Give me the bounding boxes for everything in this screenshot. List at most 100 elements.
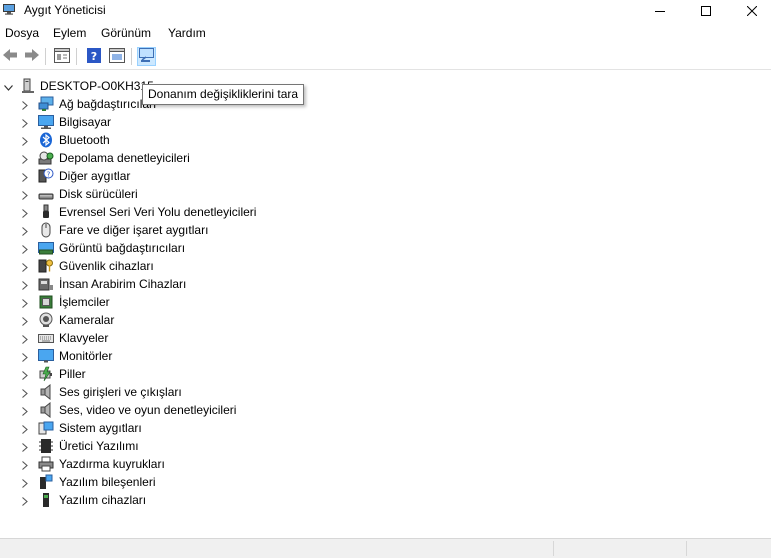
device-tree: DESKTOP-O0KH315 Ağ bağdaştırıcıları Bilgi… xyxy=(0,70,771,538)
monitor-icon xyxy=(38,348,54,364)
device-manager-app-icon xyxy=(3,4,15,15)
tree-node[interactable]: Bluetooth xyxy=(0,131,771,149)
system-devices-icon xyxy=(38,420,54,436)
tree-node[interactable]: Yazdırma kuyrukları xyxy=(0,455,771,473)
chevron-right-icon[interactable] xyxy=(22,369,28,383)
chevron-right-icon[interactable] xyxy=(22,243,28,257)
chevron-right-icon[interactable] xyxy=(22,261,28,275)
menu-file[interactable]: Dosya xyxy=(5,26,39,40)
scan-hardware-button[interactable] xyxy=(137,47,156,66)
menu-action[interactable]: Eylem xyxy=(53,26,86,40)
processor-icon xyxy=(38,294,54,310)
chevron-right-icon[interactable] xyxy=(22,459,28,473)
tree-node[interactable]: Monitörler xyxy=(0,347,771,365)
menu-view[interactable]: Görünüm xyxy=(101,26,151,40)
toolbar-separator xyxy=(131,48,132,65)
storage-controller-icon xyxy=(38,150,54,166)
forward-button[interactable] xyxy=(22,47,41,66)
print-queue-icon xyxy=(38,456,54,472)
title-bar[interactable]: Aygıt Yöneticisi xyxy=(0,0,771,22)
software-component-icon xyxy=(38,474,54,490)
tree-node-label: Fare ve diğer işaret aygıtları xyxy=(59,223,209,237)
chevron-right-icon[interactable] xyxy=(22,351,28,365)
tree-node[interactable]: Sistem aygıtları xyxy=(0,419,771,437)
tree-node[interactable]: Yazılım cihazları xyxy=(0,491,771,509)
tree-node[interactable]: ? Diğer aygıtlar xyxy=(0,167,771,185)
scan-hardware-icon xyxy=(138,47,155,66)
chevron-right-icon[interactable] xyxy=(22,153,28,167)
chevron-right-icon[interactable] xyxy=(22,315,28,329)
help-button[interactable]: ? xyxy=(84,47,103,66)
svg-text:?: ? xyxy=(47,171,51,179)
chevron-right-icon[interactable] xyxy=(22,135,28,149)
firmware-icon xyxy=(38,438,54,454)
tree-node[interactable]: İnsan Arabirim Cihazları xyxy=(0,275,771,293)
chevron-right-icon[interactable] xyxy=(22,405,28,419)
chevron-right-icon[interactable] xyxy=(22,423,28,437)
tree-node[interactable]: Görüntü bağdaştırıcıları xyxy=(0,239,771,257)
chevron-right-icon[interactable] xyxy=(22,189,28,203)
tree-root-label: DESKTOP-O0KH315 xyxy=(40,79,154,93)
back-icon xyxy=(2,48,18,65)
tree-node-label: Monitörler xyxy=(59,349,113,363)
tree-node[interactable]: Yazılım bileşenleri xyxy=(0,473,771,491)
tree-node[interactable]: Piller xyxy=(0,365,771,383)
menu-bar: Dosya Eylem Görünüm Yardım xyxy=(0,22,771,43)
tree-node-label: Üretici Yazılımı xyxy=(59,439,139,453)
tree-node-label: Piller xyxy=(59,367,86,381)
tree-node[interactable]: Ses, video ve oyun denetleyicileri xyxy=(0,401,771,419)
disk-drive-icon xyxy=(38,186,54,202)
tree-node[interactable]: Klavyeler xyxy=(0,329,771,347)
tree-node-label: Görüntü bağdaştırıcıları xyxy=(59,241,186,255)
tree-node[interactable]: Ses girişleri ve çıkışları xyxy=(0,383,771,401)
tree-node[interactable]: Üretici Yazılımı xyxy=(0,437,771,455)
toolbar: ? xyxy=(0,44,771,70)
minimize-button[interactable] xyxy=(637,0,683,22)
status-pane xyxy=(686,541,687,556)
tree-node-label: Klavyeler xyxy=(59,331,109,345)
tree-node-label: Disk sürücüleri xyxy=(59,187,138,201)
chevron-down-icon[interactable] xyxy=(4,80,13,94)
usb-icon xyxy=(38,204,54,220)
tree-node[interactable]: Güvenlik cihazları xyxy=(0,257,771,275)
camera-icon xyxy=(38,312,54,328)
computer-icon xyxy=(38,114,54,130)
chevron-right-icon[interactable] xyxy=(22,171,28,185)
chevron-right-icon[interactable] xyxy=(22,387,28,401)
chevron-right-icon[interactable] xyxy=(22,477,28,491)
tree-node-label: Depolama denetleyicileri xyxy=(59,151,190,165)
tree-node-label: Bilgisayar xyxy=(59,115,112,129)
bluetooth-icon xyxy=(38,132,54,148)
svg-text:?: ? xyxy=(90,50,96,63)
scan-hardware-tooltip: Donanım değişikliklerini tara xyxy=(142,84,305,105)
battery-icon xyxy=(38,366,54,382)
tree-node[interactable]: İşlemciler xyxy=(0,293,771,311)
chevron-right-icon[interactable] xyxy=(22,297,28,311)
tree-node[interactable]: Evrensel Seri Veri Yolu denetleyicileri xyxy=(0,203,771,221)
chevron-right-icon[interactable] xyxy=(22,207,28,221)
tree-node[interactable]: Depolama denetleyicileri xyxy=(0,149,771,167)
tree-node-label: Yazılım bileşenleri xyxy=(59,475,156,489)
chevron-right-icon[interactable] xyxy=(22,99,28,113)
menu-help[interactable]: Yardım xyxy=(168,26,206,40)
tree-node[interactable]: Disk sürücüleri xyxy=(0,185,771,203)
tree-node[interactable]: Ağ bağdaştırıcıları xyxy=(0,95,771,113)
tree-node[interactable]: Bilgisayar xyxy=(0,113,771,131)
chevron-right-icon[interactable] xyxy=(22,225,28,239)
window-title: Aygıt Yöneticisi xyxy=(24,3,106,17)
tree-node[interactable]: Fare ve diğer işaret aygıtları xyxy=(0,221,771,239)
properties-button[interactable] xyxy=(52,47,71,66)
chevron-right-icon[interactable] xyxy=(22,495,28,509)
maximize-button[interactable] xyxy=(683,0,729,22)
tree-node-label: Güvenlik cihazları xyxy=(59,259,154,273)
back-button[interactable] xyxy=(0,47,19,66)
chevron-right-icon[interactable] xyxy=(22,441,28,455)
tree-node-label: Kameralar xyxy=(59,313,115,327)
keyboard-icon xyxy=(38,330,54,346)
chevron-right-icon[interactable] xyxy=(22,333,28,347)
close-button[interactable] xyxy=(729,0,771,22)
chevron-right-icon[interactable] xyxy=(22,117,28,131)
view-button[interactable] xyxy=(107,47,126,66)
tree-node[interactable]: Kameralar xyxy=(0,311,771,329)
chevron-right-icon[interactable] xyxy=(22,279,28,293)
